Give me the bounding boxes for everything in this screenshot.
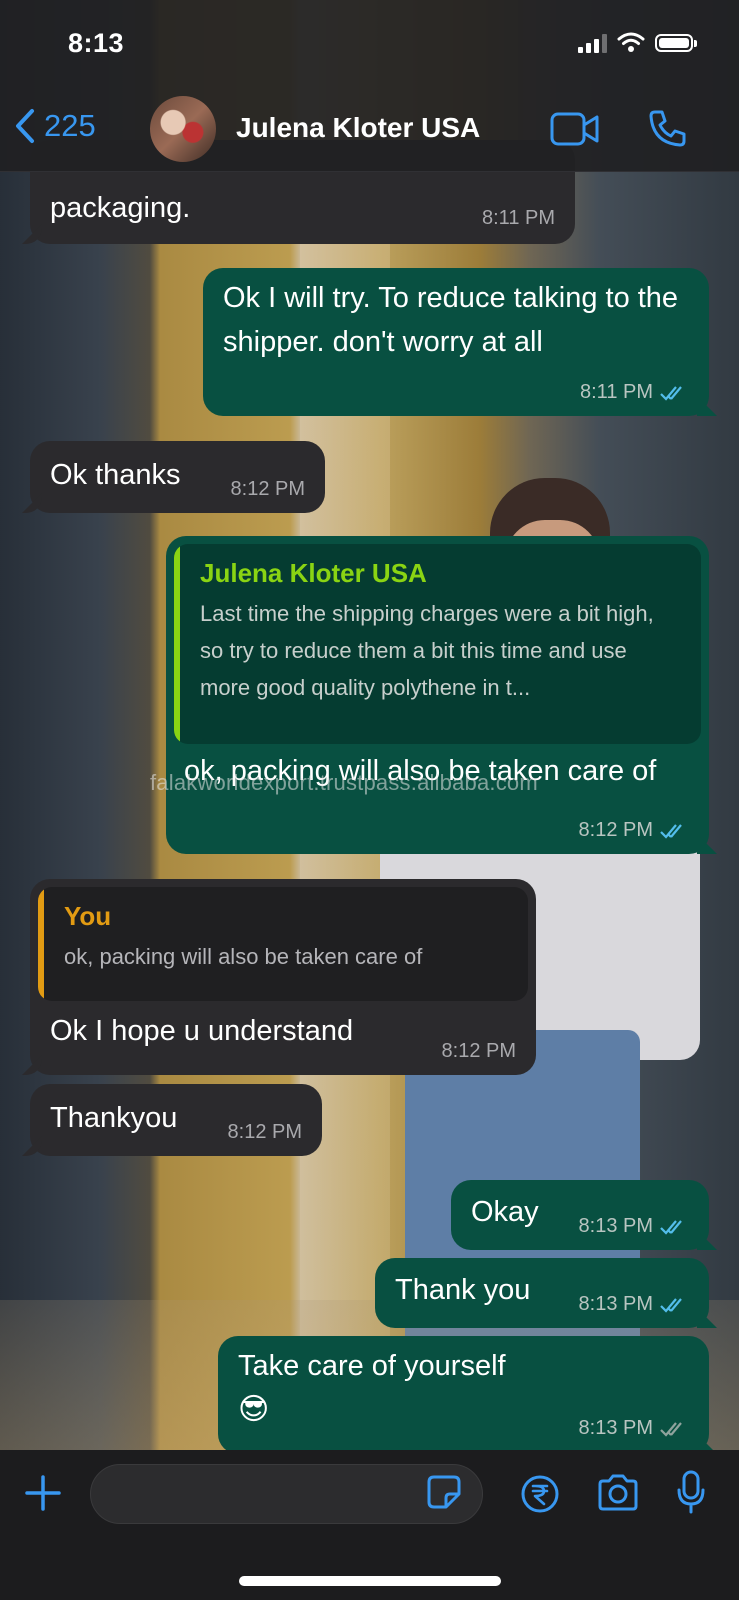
message-meta: 8:12 PM xyxy=(231,478,305,501)
quoted-text: ok, packing will also be taken care of xyxy=(64,944,423,969)
message-meta: 8:11 PM xyxy=(580,381,689,404)
message-outgoing-reply[interactable]: Julena Kloter USA Last time the shipping… xyxy=(166,536,709,854)
message-meta: 8:12 PM xyxy=(579,819,689,842)
contact-name[interactable]: Julena Kloter USA xyxy=(236,112,480,144)
video-camera-icon[interactable] xyxy=(550,112,600,146)
message-text: Ok thanks xyxy=(50,459,181,491)
message-meta: 8:11 PM xyxy=(482,207,555,230)
message-meta: 8:13 PM xyxy=(579,1215,689,1238)
camera-icon[interactable] xyxy=(596,1474,640,1512)
message-outgoing[interactable]: Ok I will try. To reduce talking to the … xyxy=(203,268,709,416)
quoted-message[interactable]: Julena Kloter USA Last time the shipping… xyxy=(174,544,701,744)
contact-avatar[interactable] xyxy=(150,96,216,162)
double-check-icon xyxy=(660,1297,682,1313)
message-time: 8:13 PM xyxy=(578,1417,653,1439)
home-indicator xyxy=(239,1576,501,1586)
microphone-icon[interactable] xyxy=(676,1470,706,1514)
message-time: 8:12 PM xyxy=(230,478,305,500)
double-check-icon xyxy=(660,1421,682,1437)
status-icons xyxy=(578,32,697,53)
message-input-bar xyxy=(0,1450,739,1600)
message-outgoing[interactable]: Take care of yourself 😎 8:13 PM xyxy=(218,1336,709,1454)
message-text: Ok I will try. To reduce talking to the … xyxy=(223,282,679,358)
message-meta: 8:12 PM xyxy=(442,1040,516,1063)
back-button[interactable]: 225 xyxy=(14,108,96,144)
message-time: 8:12 PM xyxy=(441,1040,516,1062)
message-time: 8:13 PM xyxy=(578,1215,653,1237)
quoted-author: You xyxy=(64,901,112,931)
message-text: Thank you xyxy=(395,1274,531,1306)
unread-count: 225 xyxy=(44,108,96,143)
message-text: Take care of yourself xyxy=(238,1350,506,1382)
double-check-icon xyxy=(660,823,682,839)
message-incoming[interactable]: Ok thanks 8:12 PM xyxy=(30,441,325,513)
message-text: Thankyou xyxy=(50,1102,178,1134)
chevron-left-icon xyxy=(16,109,34,143)
message-incoming-reply[interactable]: You ok, packing will also be taken care … xyxy=(30,879,536,1075)
message-text: packaging. xyxy=(50,192,191,224)
watermark-text: falakworldexport.trustpass.alibaba.com xyxy=(150,770,538,795)
message-meta: 8:13 PM xyxy=(579,1293,689,1316)
message-meta: 8:12 PM xyxy=(228,1121,302,1144)
message-text: Okay xyxy=(471,1196,539,1228)
message-time: 8:13 PM xyxy=(578,1293,653,1315)
quoted-text: Last time the shipping charges were a bi… xyxy=(200,601,654,700)
sticker-icon[interactable] xyxy=(426,1474,462,1510)
wifi-icon xyxy=(617,32,645,52)
message-time: 8:11 PM xyxy=(580,381,653,403)
double-check-icon xyxy=(660,385,682,401)
message-input[interactable] xyxy=(90,1464,483,1524)
plus-icon[interactable] xyxy=(24,1474,62,1512)
message-outgoing[interactable]: Thank you 8:13 PM xyxy=(375,1258,709,1328)
message-text: Ok I hope u understand xyxy=(50,1015,354,1047)
message-meta: 8:13 PM xyxy=(579,1417,689,1440)
cellular-signal-icon xyxy=(578,33,607,53)
battery-icon xyxy=(655,33,697,52)
message-time: 8:12 PM xyxy=(227,1121,302,1143)
quoted-author: Julena Kloter USA xyxy=(200,558,427,588)
sunglasses-emoji: 😎 xyxy=(238,1393,270,1426)
message-time: 8:12 PM xyxy=(578,819,653,841)
phone-icon[interactable] xyxy=(647,108,687,148)
rupee-icon[interactable] xyxy=(520,1474,560,1514)
quoted-message[interactable]: You ok, packing will also be taken care … xyxy=(38,887,528,1001)
message-outgoing[interactable]: Okay 8:13 PM xyxy=(451,1180,709,1250)
status-time: 8:13 xyxy=(68,28,125,58)
message-time: 8:11 PM xyxy=(482,207,555,229)
message-incoming[interactable]: Thankyou 8:12 PM xyxy=(30,1084,322,1156)
chat-header: 8:13 225 Julena Kloter USA xyxy=(0,0,739,172)
double-check-icon xyxy=(660,1219,682,1235)
